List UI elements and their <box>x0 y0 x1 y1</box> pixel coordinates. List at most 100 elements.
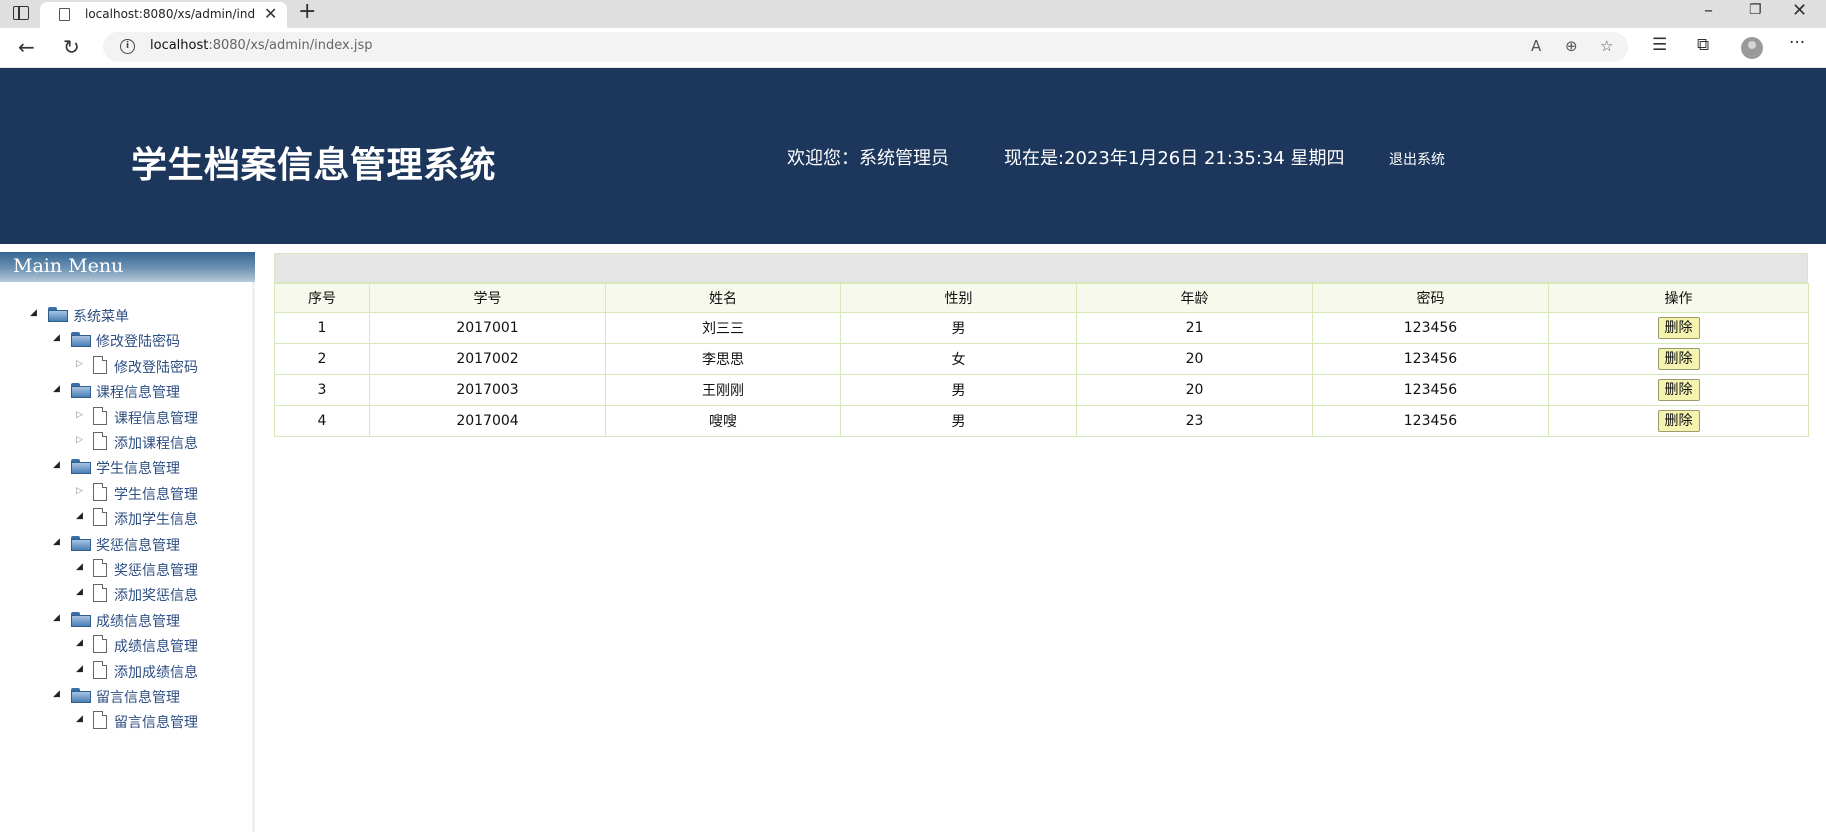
expanded-arrow-icon[interactable]: ◢ <box>76 511 83 521</box>
cell-gender: 女 <box>840 343 1077 375</box>
cell-index: 2 <box>274 343 370 375</box>
cell-student-id: 2017003 <box>369 374 606 406</box>
file-icon <box>93 559 107 577</box>
file-icon <box>93 356 107 374</box>
file-icon <box>93 432 107 450</box>
expanded-arrow-icon[interactable]: ◢ <box>53 460 60 470</box>
collapsed-arrow-icon[interactable]: ▷ <box>76 410 83 420</box>
browser-toolbar: ← ↻ i localhost:8080/xs/admin/index.jsp … <box>0 28 1826 68</box>
menu-folder[interactable]: ◢ 修改登陆密码 <box>53 329 230 351</box>
menu-folder[interactable]: ◢ 系统菜单 <box>30 304 230 326</box>
menu-item[interactable]: ▷ 添加课程信息 <box>76 431 230 453</box>
expanded-arrow-icon[interactable]: ◢ <box>53 384 60 394</box>
expanded-arrow-icon[interactable]: ◢ <box>76 587 83 597</box>
menu-item-label: 课程信息管理 <box>114 411 198 427</box>
tab-actions-icon[interactable] <box>13 6 29 20</box>
menu-folder[interactable]: ◢ 奖惩信息管理 <box>53 533 230 555</box>
back-arrow-icon[interactable]: ← <box>18 35 35 59</box>
table-header-row: 序号 学号 姓名 性别 年龄 密码 操作 <box>274 283 1809 313</box>
zoom-icon[interactable]: ⊕ <box>1565 37 1578 55</box>
sidebar-title: Main Menu <box>13 255 124 277</box>
expanded-arrow-icon[interactable]: ◢ <box>76 638 83 648</box>
new-tab-icon[interactable]: + <box>298 0 316 24</box>
cell-gender: 男 <box>840 312 1077 344</box>
site-info-icon[interactable]: i <box>120 39 135 54</box>
menu-item-label: 修改登陆密码 <box>114 360 198 376</box>
file-icon <box>93 508 107 526</box>
expanded-arrow-icon[interactable]: ◢ <box>53 537 60 547</box>
column-header: 年龄 <box>1076 283 1313 313</box>
tab-title: localhost:8080/xs/admin/index.jsp <box>85 7 255 21</box>
menu-item[interactable]: ◢ 添加成绩信息 <box>76 660 230 682</box>
delete-button[interactable]: 删除 <box>1657 379 1700 401</box>
favorite-add-icon[interactable]: ☆ <box>1600 37 1613 55</box>
menu-folder[interactable]: ◢ 学生信息管理 <box>53 456 230 478</box>
sidebar: Main Menu ◢ 系统菜单 ◢ 修改登陆密码 ▷ 修改登陆密码 ◢ 课程信息管理 ▷ 课程信… <box>0 252 255 832</box>
menu-item-label: 留言信息管理 <box>96 690 180 706</box>
profile-avatar[interactable] <box>1741 37 1763 59</box>
favorites-icon[interactable]: ☰ <box>1652 35 1667 55</box>
cell-index: 1 <box>274 312 370 344</box>
menu-item[interactable]: ◢ 留言信息管理 <box>76 710 230 732</box>
expanded-arrow-icon[interactable]: ◢ <box>76 664 83 674</box>
table-row: 3 2017003 王刚刚 男 20 123456 删除 <box>274 374 1809 406</box>
reload-icon[interactable]: ↻ <box>63 35 80 59</box>
collections-icon[interactable]: ⧉ <box>1697 35 1709 55</box>
browser-tab-bar: localhost:8080/xs/admin/index.jsp ✕ + – … <box>0 0 1826 28</box>
delete-button[interactable]: 删除 <box>1657 348 1700 370</box>
table-row: 4 2017004 嗖嗖 男 23 123456 删除 <box>274 405 1809 437</box>
cell-index: 4 <box>274 405 370 437</box>
menu-item-label: 成绩信息管理 <box>96 614 180 630</box>
menu-item-label: 学生信息管理 <box>114 487 198 503</box>
address-bar[interactable]: i localhost:8080/xs/admin/index.jsp A ⊕ … <box>103 32 1628 62</box>
collapsed-arrow-icon[interactable]: ▷ <box>76 486 83 496</box>
column-header: 学号 <box>369 283 606 313</box>
expanded-arrow-icon[interactable]: ◢ <box>53 333 60 343</box>
browser-tab[interactable]: localhost:8080/xs/admin/index.jsp ✕ <box>40 2 287 28</box>
file-icon <box>93 584 107 602</box>
page-icon <box>59 8 70 21</box>
collapsed-arrow-icon[interactable]: ▷ <box>76 359 83 369</box>
menu-item[interactable]: ◢ 添加学生信息 <box>76 507 230 529</box>
menu-item-label: 留言信息管理 <box>114 715 198 731</box>
student-table: 序号 学号 姓名 性别 年龄 密码 操作 1 2017001 刘三三 男 21 … <box>274 283 1809 437</box>
menu-folder[interactable]: ◢ 课程信息管理 <box>53 380 230 402</box>
expanded-arrow-icon[interactable]: ◢ <box>53 689 60 699</box>
url-text[interactable]: localhost:8080/xs/admin/index.jsp <box>150 38 373 53</box>
close-tab-icon[interactable]: ✕ <box>264 4 277 23</box>
menu-item[interactable]: ▷ 学生信息管理 <box>76 482 230 504</box>
menu-item[interactable]: ▷ 课程信息管理 <box>76 406 230 428</box>
expanded-arrow-icon[interactable]: ◢ <box>53 613 60 623</box>
cell-action: 删除 <box>1548 374 1809 406</box>
menu-folder[interactable]: ◢ 留言信息管理 <box>53 685 230 707</box>
url-host: localhost <box>150 38 209 53</box>
menu-item[interactable]: ◢ 添加奖惩信息 <box>76 583 230 605</box>
menu-item[interactable]: ◢ 奖惩信息管理 <box>76 558 230 580</box>
window-close-icon[interactable]: ✕ <box>1792 0 1807 21</box>
expanded-arrow-icon[interactable]: ◢ <box>76 562 83 572</box>
more-icon[interactable]: ··· <box>1789 33 1805 53</box>
read-aloud-icon[interactable]: A <box>1531 37 1541 55</box>
delete-button[interactable]: 删除 <box>1657 410 1700 432</box>
delete-button[interactable]: 删除 <box>1657 317 1700 339</box>
url-path: :8080/xs/admin/index.jsp <box>208 38 373 53</box>
current-time: 现在是:2023年1月26日 21:35:34 星期四 <box>1004 148 1345 169</box>
cell-index: 3 <box>274 374 370 406</box>
restore-icon[interactable]: ❐ <box>1749 2 1762 18</box>
menu-item[interactable]: ▷ 修改登陆密码 <box>76 355 230 377</box>
expanded-arrow-icon[interactable]: ◢ <box>76 714 83 724</box>
menu-item-label: 课程信息管理 <box>96 385 180 401</box>
logout-link[interactable]: 退出系统 <box>1389 149 1445 169</box>
column-header: 密码 <box>1312 283 1549 313</box>
menu-item[interactable]: ◢ 成绩信息管理 <box>76 634 230 656</box>
file-icon <box>93 407 107 425</box>
minimize-icon[interactable]: – <box>1704 0 1713 21</box>
toolbar-strip <box>274 253 1808 283</box>
cell-age: 23 <box>1076 405 1313 437</box>
collapsed-arrow-icon[interactable]: ▷ <box>76 435 83 445</box>
cell-name: 刘三三 <box>605 312 841 344</box>
expanded-arrow-icon[interactable]: ◢ <box>30 308 37 318</box>
column-header: 性别 <box>840 283 1077 313</box>
menu-folder[interactable]: ◢ 成绩信息管理 <box>53 609 230 631</box>
menu-item-label: 添加学生信息 <box>114 512 198 528</box>
